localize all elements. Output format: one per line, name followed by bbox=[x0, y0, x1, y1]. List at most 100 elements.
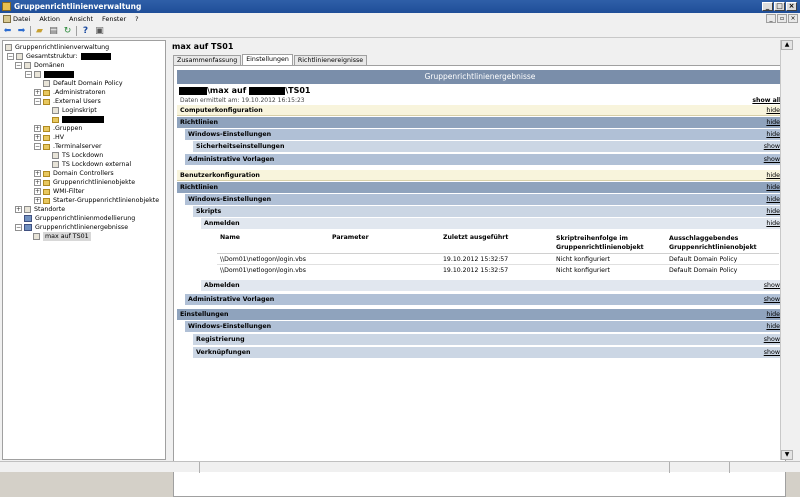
console-icon[interactable]: ▣ bbox=[94, 25, 105, 36]
expand-icon[interactable]: + bbox=[34, 197, 41, 204]
child-close-button[interactable]: × bbox=[788, 14, 798, 23]
hide-link[interactable]: hide bbox=[766, 182, 780, 193]
menu-fenster[interactable]: Fenster bbox=[102, 15, 126, 23]
child-restore-button[interactable]: ▫ bbox=[777, 14, 787, 23]
properties-icon[interactable]: ▤ bbox=[48, 25, 59, 36]
ou-folder-icon bbox=[43, 89, 50, 96]
tree-item[interactable]: + Standorte bbox=[15, 205, 65, 214]
menu-aktion[interactable]: Aktion bbox=[39, 15, 60, 23]
collapse-icon[interactable]: − bbox=[15, 62, 22, 69]
tab-einstellungen[interactable]: Einstellungen bbox=[242, 54, 293, 65]
minimize-button[interactable]: _ bbox=[762, 2, 773, 11]
console-menu-icon[interactable] bbox=[3, 14, 11, 23]
expand-icon[interactable]: + bbox=[34, 89, 41, 96]
show-all-link[interactable]: show all bbox=[752, 97, 781, 104]
expand-icon[interactable]: + bbox=[34, 188, 41, 195]
expand-icon[interactable]: + bbox=[34, 125, 41, 132]
maximize-button[interactable]: □ bbox=[774, 2, 785, 11]
show-link[interactable]: show bbox=[764, 280, 780, 291]
hide-link[interactable]: hide bbox=[766, 321, 780, 332]
tree-domains[interactable]: − Domänen bbox=[15, 61, 65, 70]
menu-ansicht[interactable]: Ansicht bbox=[69, 15, 93, 23]
vertical-scrollbar[interactable]: ▲ ▼ bbox=[780, 40, 793, 460]
collapse-icon[interactable]: − bbox=[15, 224, 22, 231]
tree-item[interactable]: − .External Users bbox=[34, 97, 101, 106]
tree-item[interactable]: − .Terminalserver bbox=[34, 142, 102, 151]
show-link[interactable]: show bbox=[764, 334, 780, 345]
tree-item[interactable]: + .HV bbox=[34, 133, 64, 142]
collapse-icon[interactable]: − bbox=[34, 143, 41, 150]
tree-item[interactable]: Default Domain Policy bbox=[43, 79, 123, 88]
expand-icon[interactable]: + bbox=[34, 179, 41, 186]
tab-richtlinienereignisse[interactable]: Richtlinienereignisse bbox=[293, 55, 368, 65]
section-skripts: Skripts hide bbox=[193, 206, 783, 217]
expand-icon[interactable]: + bbox=[34, 170, 41, 177]
gpo-link-icon bbox=[43, 80, 50, 87]
section-verknuepfungen: Verknüpfungen show bbox=[193, 347, 783, 358]
tree-root[interactable]: Gruppenrichtlinienverwaltung bbox=[5, 43, 109, 52]
col-ausschlaggebend: Ausschlaggebendes Gruppenrichtlinienobje… bbox=[669, 235, 757, 251]
expand-icon[interactable]: + bbox=[34, 134, 41, 141]
menu-datei[interactable]: Datei bbox=[13, 15, 30, 23]
hide-link[interactable]: hide bbox=[766, 105, 780, 116]
tree-item[interactable] bbox=[52, 115, 104, 124]
tree-item[interactable]: + .Administratoren bbox=[34, 88, 106, 97]
redacted-block bbox=[249, 86, 286, 95]
forest-icon bbox=[16, 53, 23, 60]
tree-item[interactable]: + WMI-Filter bbox=[34, 187, 84, 196]
tree-item[interactable]: + Starter-Gruppenrichtlinienobjekte bbox=[34, 196, 159, 205]
tree-pane: Gruppenrichtlinienverwaltung − Gesamtstru… bbox=[2, 40, 166, 460]
tree-item[interactable]: TS Lockdown bbox=[52, 151, 103, 160]
results-icon bbox=[24, 224, 32, 231]
section-anmelden: Anmelden hide bbox=[201, 218, 783, 229]
show-link[interactable]: show bbox=[764, 154, 780, 165]
tree-item[interactable]: TS Lockdown external bbox=[52, 160, 131, 169]
status-pane bbox=[0, 462, 200, 473]
section-richtlinien: Richtlinien hide bbox=[177, 182, 783, 193]
title-bar: Gruppenrichtlinienverwaltung _ □ × bbox=[0, 0, 800, 13]
folder-icon[interactable]: ▰ bbox=[34, 25, 45, 36]
table-cell: 19.10.2012 15:32:57 bbox=[443, 256, 509, 263]
table-cell: Nicht konfiguriert bbox=[556, 256, 610, 263]
hide-link[interactable]: hide bbox=[766, 206, 780, 217]
child-minimize-button[interactable]: _ bbox=[766, 14, 776, 23]
tree-item[interactable]: Gruppenrichtlinienmodellierung bbox=[24, 214, 135, 223]
tree-item-selected[interactable]: max auf TS01 bbox=[33, 232, 91, 241]
help-icon[interactable]: ? bbox=[80, 25, 91, 36]
tree-item[interactable]: Loginskript bbox=[52, 106, 97, 115]
collapse-icon[interactable]: − bbox=[34, 98, 41, 105]
tree-item[interactable]: + Domain Controllers bbox=[34, 169, 114, 178]
tree-forest[interactable]: − Gesamtstruktur: bbox=[7, 52, 111, 61]
col-parameter: Parameter bbox=[332, 234, 369, 241]
back-arrow-icon[interactable]: ⬅ bbox=[2, 25, 13, 36]
show-link[interactable]: show bbox=[764, 347, 780, 358]
hide-link[interactable]: hide bbox=[766, 170, 780, 181]
collapse-icon[interactable]: − bbox=[7, 53, 14, 60]
ou-folder-icon bbox=[43, 170, 50, 177]
tree-item[interactable]: + Gruppenrichtlinienobjekte bbox=[34, 178, 135, 187]
hide-link[interactable]: hide bbox=[766, 309, 780, 320]
show-link[interactable]: show bbox=[764, 141, 780, 152]
table-divider bbox=[217, 253, 779, 254]
tree-domain[interactable]: − bbox=[25, 70, 74, 79]
hide-link[interactable]: hide bbox=[766, 129, 780, 140]
result-icon bbox=[33, 233, 40, 240]
refresh-icon[interactable]: ↻ bbox=[62, 25, 73, 36]
domains-icon bbox=[24, 62, 31, 69]
show-link[interactable]: show bbox=[764, 294, 780, 305]
tree-item[interactable]: + .Gruppen bbox=[34, 124, 82, 133]
tree-item[interactable]: − Gruppenrichtlinienergebnisse bbox=[15, 223, 128, 232]
hide-link[interactable]: hide bbox=[766, 194, 780, 205]
scroll-up-icon[interactable]: ▲ bbox=[781, 40, 793, 50]
collapse-icon[interactable]: − bbox=[25, 71, 32, 78]
hide-link[interactable]: hide bbox=[766, 218, 780, 229]
hide-link[interactable]: hide bbox=[766, 117, 780, 128]
close-button[interactable]: × bbox=[786, 2, 797, 11]
gpo-link-icon bbox=[52, 152, 59, 159]
tab-zusammenfassung[interactable]: Zusammenfassung bbox=[173, 55, 242, 65]
expand-icon[interactable]: + bbox=[15, 206, 22, 213]
menu-help[interactable]: ? bbox=[135, 15, 138, 23]
col-name: Name bbox=[220, 234, 240, 241]
scroll-down-icon[interactable]: ▼ bbox=[781, 450, 793, 460]
forward-arrow-icon[interactable]: ➡ bbox=[16, 25, 27, 36]
